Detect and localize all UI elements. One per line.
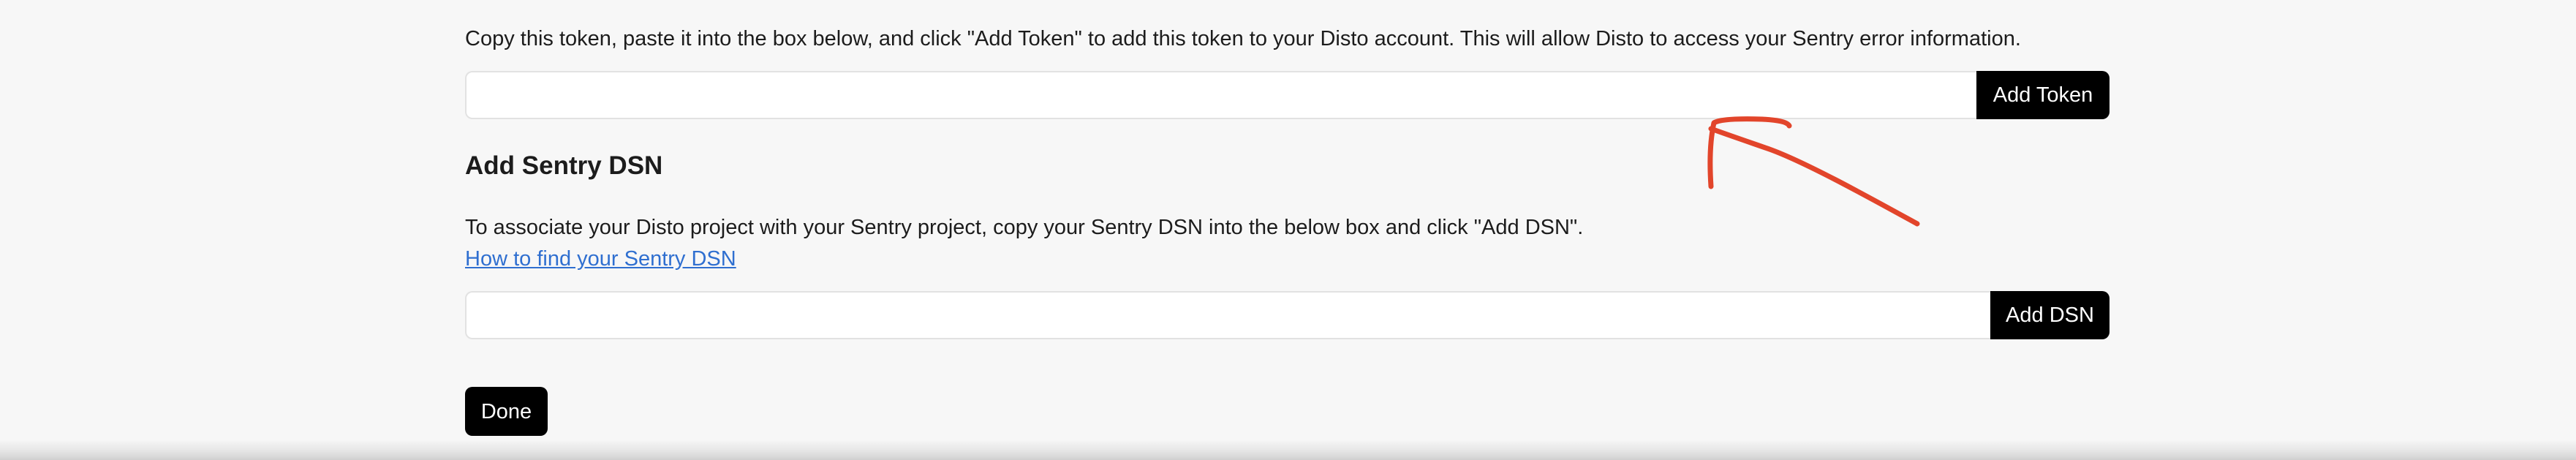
arrow-head — [1707, 116, 1792, 189]
dsn-input[interactable] — [465, 291, 1990, 339]
find-dsn-help-link[interactable]: How to find your Sentry DSN — [465, 245, 736, 273]
token-instructions: Copy this token, paste it into the box b… — [465, 27, 2021, 50]
add-token-button[interactable]: Add Token — [1976, 71, 2109, 119]
page: Copy this token, paste it into the box b… — [0, 0, 2576, 460]
done-button[interactable]: Done — [465, 387, 548, 436]
dsn-input-row: Add DSN — [465, 291, 2109, 339]
dsn-instructions: To associate your Disto project with you… — [465, 216, 1584, 239]
bottom-edge-shadow — [0, 440, 2576, 460]
add-sentry-dsn-heading: Add Sentry DSN — [465, 151, 663, 180]
token-input-row: Add Token — [465, 71, 2109, 119]
add-dsn-button[interactable]: Add DSN — [1990, 291, 2109, 339]
token-input[interactable] — [465, 71, 1976, 119]
arrow-shaft — [1708, 126, 1920, 227]
